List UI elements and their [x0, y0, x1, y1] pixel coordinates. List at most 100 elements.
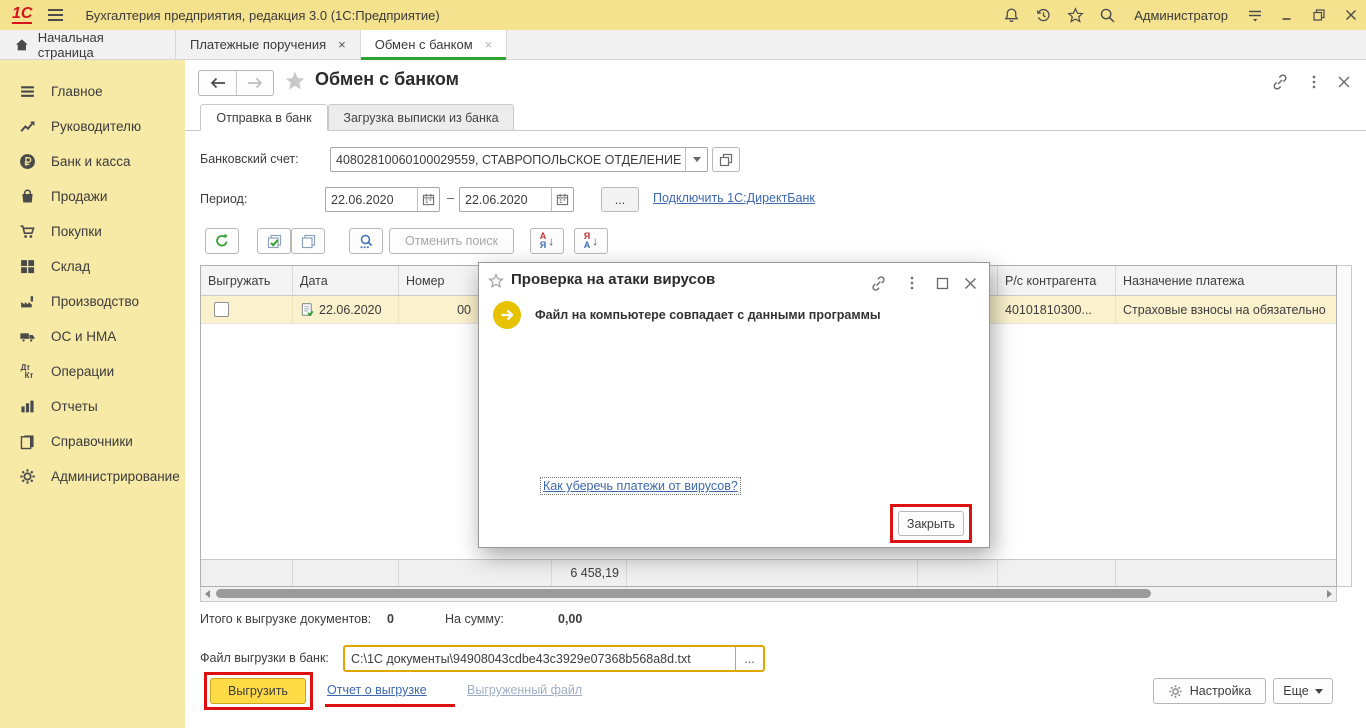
tab-home[interactable]: Начальная страница [0, 30, 176, 59]
sidebar-item-production[interactable]: Производство [0, 284, 185, 319]
bank-account-field[interactable]: 40802810060100029559, СТАВРОПОЛЬСКОЕ ОТД… [330, 147, 708, 172]
scrollbar-thumb[interactable] [216, 589, 1151, 598]
dialog-close-icon[interactable] [961, 274, 979, 292]
period-more-button[interactable]: ... [601, 187, 639, 212]
sidebar-item-warehouse[interactable]: Склад [0, 249, 185, 284]
caret-down-icon [1315, 689, 1323, 694]
col-payment-purpose[interactable]: Назначение платежа [1116, 266, 1336, 295]
period-to-value: 22.06.2020 [460, 193, 551, 207]
debit-credit-icon: ДтКт [18, 363, 36, 381]
search-table-button[interactable] [349, 228, 383, 254]
col-upload[interactable]: Выгружать [201, 266, 293, 295]
refresh-button[interactable] [205, 228, 239, 254]
footer-total-amount: 6 458,19 [552, 560, 627, 586]
main-menu-icon[interactable] [48, 9, 63, 21]
tab-load-statement[interactable]: Загрузка выписки из банка [328, 104, 514, 131]
sidebar-item-reports[interactable]: Отчеты [0, 389, 185, 424]
document-posted-icon [300, 302, 315, 317]
upload-report-link[interactable]: Отчет о выгрузке [327, 683, 427, 697]
current-user[interactable]: Администратор [1134, 8, 1228, 23]
favorites-star-icon[interactable] [1066, 6, 1084, 24]
sidebar-item-bank-cash[interactable]: Банк и касса [0, 144, 185, 179]
sidebar-item-main[interactable]: Главное [0, 74, 185, 109]
scroll-right-icon[interactable] [1327, 590, 1332, 598]
dialog-title: Проверка на атаки вирусов [511, 271, 715, 288]
service-menu-icon[interactable] [1246, 6, 1264, 24]
sort-asc-button[interactable]: А Я ↓ [530, 228, 564, 254]
sidebar-item-administration[interactable]: Администрирование [0, 459, 185, 494]
dialog-close-button[interactable]: Закрыть [898, 511, 964, 536]
sidebar-item-directories[interactable]: Справочники [0, 424, 185, 459]
close-form-icon[interactable] [1335, 73, 1353, 91]
upload-button[interactable]: Выгрузить [210, 678, 306, 704]
forward-button[interactable] [236, 71, 273, 95]
dialog-star-icon[interactable] [487, 272, 505, 290]
table-footer: 6 458,19 [201, 559, 1336, 586]
close-window-icon[interactable] [1342, 6, 1360, 24]
tab-close-icon[interactable]: × [338, 37, 346, 52]
vertical-scrollbar[interactable] [1337, 265, 1352, 587]
dialog-maximize-icon[interactable] [933, 274, 951, 292]
calendar-icon[interactable] [551, 188, 573, 211]
uploaded-file-link[interactable]: Выгруженный файл [467, 683, 582, 697]
sidebar-item-manager[interactable]: Руководителю [0, 109, 185, 144]
horizontal-scrollbar[interactable] [200, 587, 1337, 602]
bag-icon [18, 188, 36, 206]
uncheck-all-button[interactable] [291, 228, 325, 254]
history-icon[interactable] [1034, 6, 1052, 24]
sort-desc-button[interactable]: Я А ↓ [574, 228, 608, 254]
period-to-field[interactable]: 22.06.2020 [459, 187, 574, 212]
more-kebab-icon[interactable] [1305, 73, 1323, 91]
directbank-link[interactable]: Подключить 1С:ДиректБанк [653, 191, 815, 205]
settings-button[interactable]: Настройка [1153, 678, 1266, 704]
check-all-button[interactable] [257, 228, 291, 254]
row-upload-checkbox[interactable] [214, 302, 229, 317]
scroll-left-icon[interactable] [205, 590, 210, 598]
calendar-icon[interactable] [417, 188, 439, 211]
tab-send-to-bank[interactable]: Отправка в банк [200, 104, 328, 131]
factory-icon [18, 293, 36, 311]
get-link-icon[interactable] [1271, 73, 1289, 91]
col-counterparty-account[interactable]: Р/с контрагента [998, 266, 1116, 295]
back-button[interactable] [199, 71, 236, 95]
tab-bank-exchange[interactable]: Обмен с банком × [361, 30, 508, 59]
sidebar-item-label: Банк и касса [51, 154, 131, 169]
grid-squares-icon [18, 258, 36, 276]
tabs-separator [185, 130, 1366, 131]
sidebar-item-fixed-assets[interactable]: ОС и НМА [0, 319, 185, 354]
sidebar-item-label: Справочники [51, 434, 133, 449]
restore-window-icon[interactable] [1310, 6, 1328, 24]
row-number: 00 [399, 296, 479, 323]
app-title: Бухгалтерия предприятия, редакция 3.0 (1… [85, 8, 439, 23]
more-button[interactable]: Еще [1273, 678, 1333, 704]
bar-chart-icon [18, 398, 36, 416]
sidebar-item-label: Главное [51, 84, 103, 99]
tab-payment-orders[interactable]: Платежные поручения × [176, 30, 361, 59]
open-account-button[interactable] [712, 147, 740, 172]
truck-icon [18, 328, 36, 346]
virus-help-link[interactable]: Как уберечь платежи от вирусов? [541, 478, 740, 494]
col-date[interactable]: Дата [293, 266, 399, 295]
period-from-field[interactable]: 22.06.2020 [325, 187, 440, 212]
favorite-star-icon[interactable] [284, 70, 306, 95]
sidebar-item-operations[interactable]: ДтКт Операции [0, 354, 185, 389]
dialog-kebab-icon[interactable] [903, 274, 921, 292]
export-file-field[interactable]: C:\1C документы\94908043cdbe43c3929e0736… [343, 645, 765, 672]
bank-account-dropdown-icon[interactable] [685, 148, 707, 171]
notifications-bell-icon[interactable] [1002, 6, 1020, 24]
tab-close-icon[interactable]: × [485, 37, 493, 52]
search-icon[interactable] [1098, 6, 1116, 24]
sidebar-item-sales[interactable]: Продажи [0, 179, 185, 214]
books-icon [18, 433, 36, 451]
page-title: Обмен с банком [315, 69, 459, 90]
browse-file-button[interactable]: ... [735, 647, 763, 670]
tab-label: Обмен с банком [375, 37, 473, 52]
sidebar-item-label: Покупки [51, 224, 102, 239]
dialog-link-icon[interactable] [869, 274, 887, 292]
export-file-label: Файл выгрузки в банк: [200, 651, 329, 665]
cancel-search-button[interactable]: Отменить поиск [389, 228, 514, 254]
minimize-window-icon[interactable] [1278, 6, 1296, 24]
sidebar-item-purchases[interactable]: Покупки [0, 214, 185, 249]
trend-arrow-icon [18, 118, 36, 136]
totals-sum-value: 0,00 [558, 612, 582, 626]
